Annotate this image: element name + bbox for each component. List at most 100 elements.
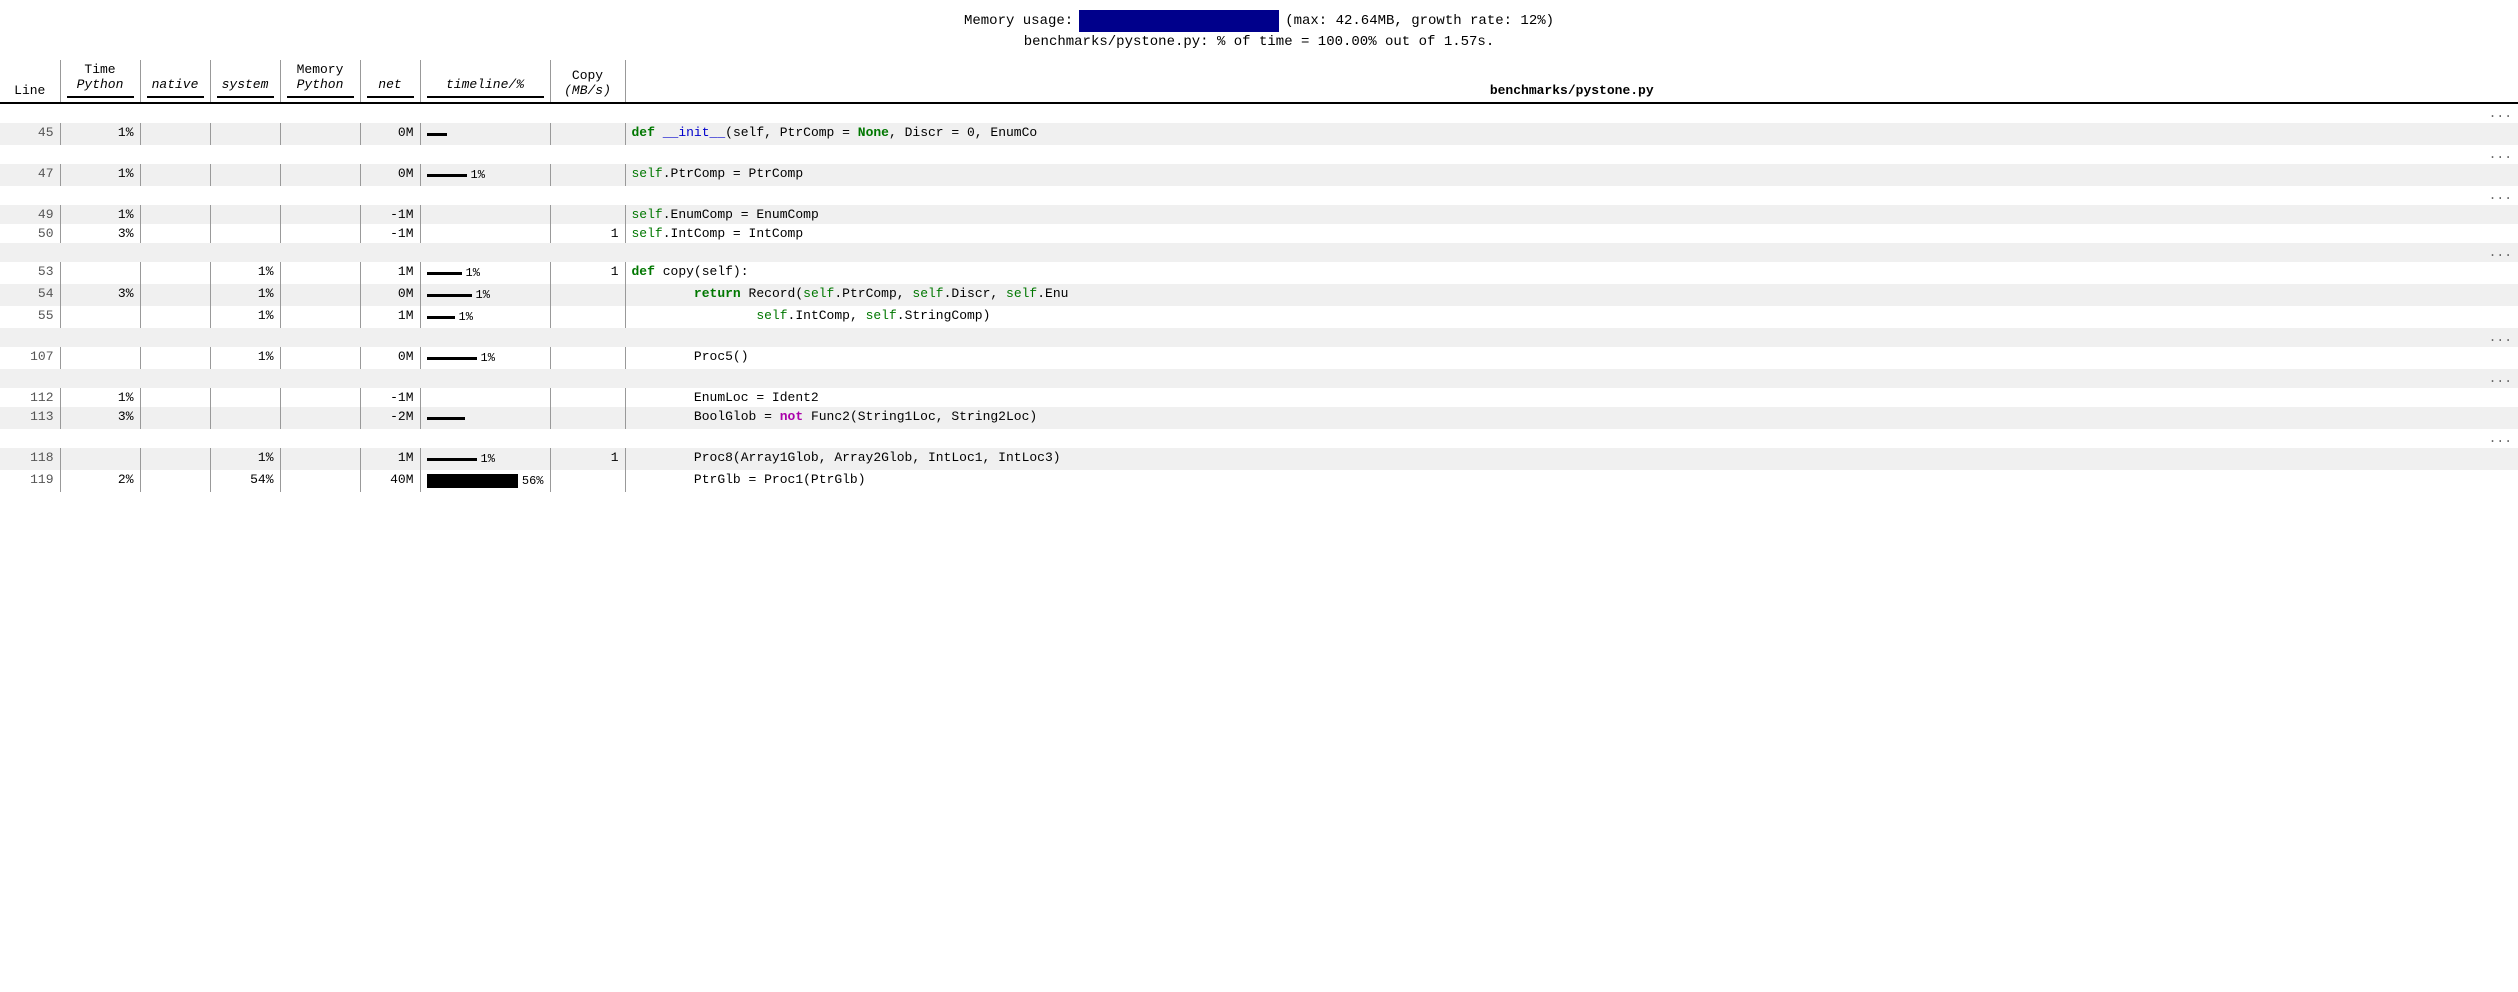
self-attr: self <box>866 308 897 323</box>
system-time: 1% <box>210 262 280 284</box>
net-memory: -2M <box>360 407 420 429</box>
keyword: def <box>632 125 663 140</box>
net-memory: 0M <box>360 284 420 306</box>
self-attr: self <box>632 207 663 222</box>
line-number: 113 <box>0 407 60 429</box>
net-memory: -1M <box>360 224 420 243</box>
native-time <box>140 123 210 145</box>
table-row: 1121% -1M EnumLoc = Ident2 <box>0 388 2518 407</box>
table-row: 503%-1M1self.IntComp = IntComp <box>0 224 2518 243</box>
native-time <box>140 205 210 224</box>
col-header-timeline: timeline/% <box>420 60 550 103</box>
copy-mbps: 1 <box>550 448 625 470</box>
table-row: 1133%-2M BoolGlob = not Func2(String1Loc… <box>0 407 2518 429</box>
table-row: 1181%1M1%1 Proc8(Array1Glob, Array2Glob,… <box>0 448 2518 470</box>
net-memory: 0M <box>360 123 420 145</box>
col-header-native: native <box>140 60 210 103</box>
header-section: Memory usage: (max: 42.64MB, growth rate… <box>0 10 2518 50</box>
time-python: 1% <box>60 388 140 407</box>
memory-python <box>280 164 360 186</box>
time-python <box>60 347 140 369</box>
bar-percent: 56% <box>522 474 544 488</box>
timeline-bar: 1% <box>420 306 550 328</box>
col-header-time: TimePython <box>60 60 140 103</box>
line-number: 53 <box>0 262 60 284</box>
line-number: 112 <box>0 388 60 407</box>
system-time: 1% <box>210 347 280 369</box>
copy-mbps: 1 <box>550 224 625 243</box>
time-python: 3% <box>60 284 140 306</box>
native-time <box>140 388 210 407</box>
col-header-memory: MemoryPython <box>280 60 360 103</box>
copy-mbps <box>550 470 625 492</box>
bar-percent: 1% <box>466 266 480 280</box>
code-content: self.PtrComp = PtrComp <box>625 164 2518 186</box>
keyword-return: return <box>694 286 741 301</box>
line-number: 54 <box>0 284 60 306</box>
copy-mbps <box>550 205 625 224</box>
line-number: 50 <box>0 224 60 243</box>
native-time <box>140 306 210 328</box>
col-header-line: Line <box>0 60 60 103</box>
system-time: 54% <box>210 470 280 492</box>
net-memory: -1M <box>360 388 420 407</box>
memory-max: (max: 42.64MB, growth rate: 12%) <box>1285 13 1554 29</box>
copy-mbps <box>550 284 625 306</box>
time-python: 1% <box>60 123 140 145</box>
copy-mbps <box>550 347 625 369</box>
system-time <box>210 388 280 407</box>
table-row: 471%0M1%self.PtrComp = PtrComp <box>0 164 2518 186</box>
timeline-bar: 1% <box>420 448 550 470</box>
time-python <box>60 262 140 284</box>
line-number: 49 <box>0 205 60 224</box>
native-time <box>140 224 210 243</box>
col-header-net: net <box>360 60 420 103</box>
native-time <box>140 448 210 470</box>
code-content: self.EnumComp = EnumComp <box>625 205 2518 224</box>
dots-cell: ... <box>0 186 2518 205</box>
copy-mbps <box>550 164 625 186</box>
line-number: 119 <box>0 470 60 492</box>
code-text: Func2(String1Loc, String2Loc) <box>803 409 1037 424</box>
memory-python <box>280 262 360 284</box>
timeline-bar <box>420 388 550 407</box>
table-body: ...451%0Mdef __init__(self, PtrComp = No… <box>0 103 2518 492</box>
system-time <box>210 123 280 145</box>
code-text: .PtrComp = PtrComp <box>663 166 803 181</box>
memory-python <box>280 448 360 470</box>
code-text: EnumLoc = Ident2 <box>632 390 819 405</box>
table-row: ... <box>0 145 2518 164</box>
code-text <box>632 286 694 301</box>
code-content: Proc5() <box>625 347 2518 369</box>
native-time <box>140 347 210 369</box>
bar-percent: 1% <box>459 310 473 324</box>
code-text: .EnumComp = EnumComp <box>663 207 819 222</box>
code-content: def __init__(self, PtrComp = None, Discr… <box>625 123 2518 145</box>
self-attr: self <box>632 166 663 181</box>
self-attr: self <box>1006 286 1037 301</box>
table-row: ... <box>0 328 2518 347</box>
copy-mbps <box>550 306 625 328</box>
copy-mbps <box>550 407 625 429</box>
memory-python <box>280 470 360 492</box>
code-content: def copy(self): <box>625 262 2518 284</box>
timeline-bar: 1% <box>420 284 550 306</box>
timeline-bar: 1% <box>420 347 550 369</box>
col-header-copy: Copy(MB/s) <box>550 60 625 103</box>
copy-mbps <box>550 123 625 145</box>
keyword: def <box>632 264 663 279</box>
timeline-bar: 1% <box>420 262 550 284</box>
system-time <box>210 407 280 429</box>
table-header-row: Line TimePython native system MemoryPyth… <box>0 60 2518 103</box>
code-content: PtrGlb = Proc1(PtrGlb) <box>625 470 2518 492</box>
dots-cell: ... <box>0 243 2518 262</box>
code-content: self.IntComp = IntComp <box>625 224 2518 243</box>
net-memory: 1M <box>360 448 420 470</box>
benchmark-line: benchmarks/pystone.py: % of time = 100.0… <box>1024 34 1494 50</box>
table-row: 531%1M1%1def copy(self): <box>0 262 2518 284</box>
dots-cell: ... <box>0 369 2518 388</box>
bar-percent: 1% <box>481 452 495 466</box>
code-text: .IntComp, <box>788 308 866 323</box>
line-number: 107 <box>0 347 60 369</box>
table-row: ... <box>0 186 2518 205</box>
